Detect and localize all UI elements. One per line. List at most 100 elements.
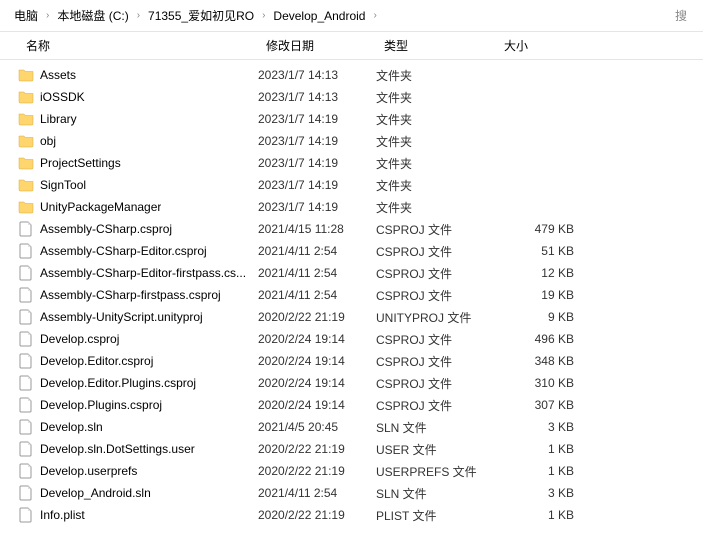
file-icon	[18, 243, 34, 259]
file-name: Develop.Editor.csproj	[40, 354, 153, 368]
breadcrumb: 电脑 › 本地磁盘 (C:) › 71355_爱如初见RO › Develop_…	[0, 0, 703, 32]
file-date: 2020/2/24 19:14	[258, 332, 376, 346]
cell-name: Develop.Editor.Plugins.csproj	[18, 375, 258, 391]
file-row[interactable]: Assets2023/1/7 14:13文件夹	[0, 64, 703, 86]
columns-header: 名称 修改日期 类型 大小	[0, 32, 703, 60]
file-row[interactable]: obj2023/1/7 14:19文件夹	[0, 130, 703, 152]
file-name: Assembly-UnityScript.unityproj	[40, 310, 203, 324]
file-type: CSPROJ 文件	[376, 397, 496, 414]
folder-icon	[18, 155, 34, 171]
column-header-size[interactable]: 大小	[496, 33, 586, 58]
file-size: 3 KB	[496, 486, 586, 500]
file-name: Assembly-CSharp-firstpass.csproj	[40, 288, 221, 302]
cell-name: Develop.Plugins.csproj	[18, 397, 258, 413]
file-date: 2023/1/7 14:19	[258, 112, 376, 126]
file-type: UNITYPROJ 文件	[376, 309, 496, 326]
file-icon	[18, 221, 34, 237]
file-type: CSPROJ 文件	[376, 287, 496, 304]
file-row[interactable]: Develop.csproj2020/2/24 19:14CSPROJ 文件49…	[0, 328, 703, 350]
breadcrumb-item[interactable]: 71355_爱如初见RO	[142, 3, 260, 28]
file-row[interactable]: Assembly-UnityScript.unityproj2020/2/22 …	[0, 306, 703, 328]
file-type: 文件夹	[376, 133, 496, 150]
file-date: 2021/4/5 20:45	[258, 420, 376, 434]
file-row[interactable]: Assembly-CSharp-Editor.csproj 2021/4/11 2…	[0, 240, 703, 262]
file-type: 文件夹	[376, 67, 496, 84]
column-header-type[interactable]: 类型	[376, 33, 496, 58]
breadcrumb-item[interactable]: 本地磁盘 (C:)	[51, 3, 134, 28]
file-icon	[18, 441, 34, 457]
file-size: 51 KB	[496, 244, 586, 258]
file-size: 19 KB	[496, 288, 586, 302]
file-name: Info.plist	[40, 508, 85, 522]
file-icon	[18, 309, 34, 325]
file-icon	[18, 353, 34, 369]
file-icon	[18, 287, 34, 303]
file-type: 文件夹	[376, 199, 496, 216]
cell-name: SignTool	[18, 177, 258, 193]
file-row[interactable]: Develop.Editor.Plugins.csproj 2020/2/24 1…	[0, 372, 703, 394]
file-date: 2020/2/22 21:19	[258, 464, 376, 478]
cell-name: ProjectSettings	[18, 155, 258, 171]
file-row[interactable]: UnityPackageManager2023/1/7 14:19文件夹	[0, 196, 703, 218]
file-icon	[18, 463, 34, 479]
file-date: 2020/2/24 19:14	[258, 376, 376, 390]
file-row[interactable]: Library2023/1/7 14:19文件夹	[0, 108, 703, 130]
file-size: 307 KB	[496, 398, 586, 412]
file-icon	[18, 397, 34, 413]
file-date: 2023/1/7 14:19	[258, 178, 376, 192]
file-row[interactable]: Develop_Android.sln2021/4/11 2:54SLN 文件3…	[0, 482, 703, 504]
file-type: CSPROJ 文件	[376, 353, 496, 370]
column-header-name[interactable]: 名称	[18, 33, 258, 58]
cell-name: Library	[18, 111, 258, 127]
file-type: 文件夹	[376, 111, 496, 128]
file-name: Develop.Editor.Plugins.csproj	[40, 376, 196, 390]
file-type: PLIST 文件	[376, 507, 496, 524]
file-date: 2023/1/7 14:19	[258, 156, 376, 170]
file-name: UnityPackageManager	[40, 200, 161, 214]
file-size: 310 KB	[496, 376, 586, 390]
file-date: 2021/4/11 2:54	[258, 244, 376, 258]
file-name: Assembly-CSharp-Editor-firstpass.cs...	[40, 266, 246, 280]
file-date: 2021/4/11 2:54	[258, 266, 376, 280]
file-row[interactable]: Assembly-CSharp-Editor-firstpass.cs... 20…	[0, 262, 703, 284]
file-row[interactable]: Develop.Plugins.csproj2020/2/24 19:14CSP…	[0, 394, 703, 416]
file-row[interactable]: Develop.Editor.csproj2020/2/24 19:14CSPR…	[0, 350, 703, 372]
file-row[interactable]: Develop.sln2021/4/5 20:45SLN 文件3 KB	[0, 416, 703, 438]
file-name: Develop.userprefs	[40, 464, 137, 478]
cell-name: Develop.sln.DotSettings.user	[18, 441, 258, 457]
file-row[interactable]: Develop.sln.DotSettings.user 2020/2/22 21…	[0, 438, 703, 460]
breadcrumb-item[interactable]: Develop_Android	[267, 5, 371, 27]
file-name: Develop.sln.DotSettings.user	[40, 442, 195, 456]
file-type: CSPROJ 文件	[376, 265, 496, 282]
file-date: 2020/2/22 21:19	[258, 442, 376, 456]
file-icon	[18, 507, 34, 523]
file-type: CSPROJ 文件	[376, 243, 496, 260]
file-type: 文件夹	[376, 155, 496, 172]
file-icon	[18, 375, 34, 391]
file-date: 2021/4/11 2:54	[258, 486, 376, 500]
chevron-right-icon: ›	[371, 10, 378, 21]
folder-icon	[18, 133, 34, 149]
file-row[interactable]: Assembly-CSharp-firstpass.csproj 2021/4/1…	[0, 284, 703, 306]
file-date: 2021/4/11 2:54	[258, 288, 376, 302]
column-header-date[interactable]: 修改日期	[258, 33, 376, 58]
file-type: USERPREFS 文件	[376, 463, 496, 480]
file-row[interactable]: SignTool2023/1/7 14:19文件夹	[0, 174, 703, 196]
file-row[interactable]: ProjectSettings2023/1/7 14:19文件夹	[0, 152, 703, 174]
file-date: 2023/1/7 14:13	[258, 90, 376, 104]
cell-name: obj	[18, 133, 258, 149]
cell-name: Develop.Editor.csproj	[18, 353, 258, 369]
file-row[interactable]: Info.plist2020/2/22 21:19PLIST 文件1 KB	[0, 504, 703, 526]
file-size: 479 KB	[496, 222, 586, 236]
file-row[interactable]: Develop.userprefs 2020/2/22 21:19USERPREF…	[0, 460, 703, 482]
folder-icon	[18, 67, 34, 83]
search-hint[interactable]: 搜	[667, 7, 695, 24]
breadcrumb-item[interactable]: 电脑	[8, 3, 44, 28]
file-name: Assembly-CSharp-Editor.csproj	[40, 244, 207, 258]
file-row[interactable]: iOSSDK2023/1/7 14:13文件夹	[0, 86, 703, 108]
file-list: Assets2023/1/7 14:13文件夹iOSSDK2023/1/7 14…	[0, 60, 703, 526]
file-type: 文件夹	[376, 177, 496, 194]
file-row[interactable]: Assembly-CSharp.csproj2021/4/15 11:28CSP…	[0, 218, 703, 240]
folder-icon	[18, 177, 34, 193]
file-date: 2023/1/7 14:13	[258, 68, 376, 82]
